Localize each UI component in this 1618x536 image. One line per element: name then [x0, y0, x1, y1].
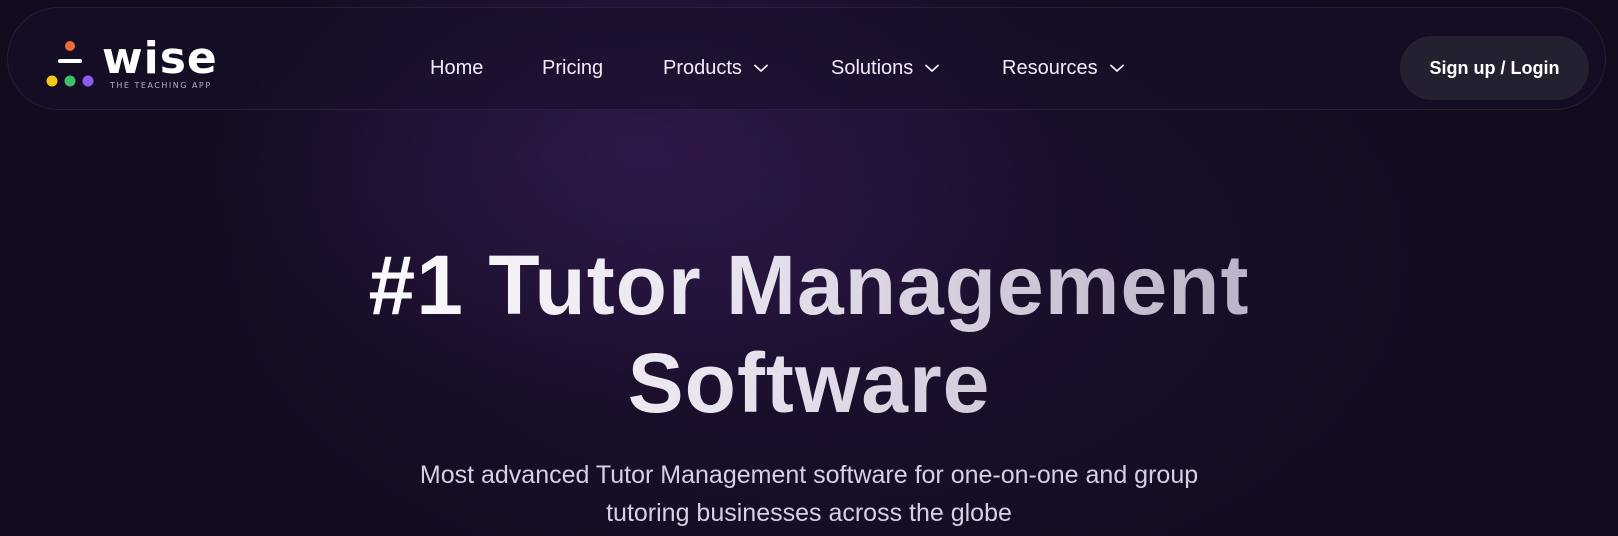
nav-item-products[interactable]: Products — [663, 54, 770, 82]
hero-title: #1 Tutor Management Software — [300, 236, 1318, 432]
nav-item-label: Solutions — [831, 56, 914, 79]
hero-subtitle-line-1: Most advanced Tutor Management software … — [419, 461, 1199, 489]
chevron-down-icon — [1109, 64, 1124, 72]
nav-item-home[interactable]: Home — [430, 54, 483, 82]
nav-item-label: Resources — [1002, 56, 1098, 79]
wise-logo[interactable]: wise THE TEACHING APP — [46, 35, 226, 93]
logo-wordmark: wise — [102, 33, 218, 84]
page: wise THE TEACHING APP Home Pricing Produ… — [0, 0, 1618, 536]
nav-item-pricing[interactable]: Pricing — [542, 54, 603, 82]
nav-item-label: Home — [430, 56, 484, 79]
hero-title-line-1: #1 Tutor Management — [368, 238, 1250, 332]
hero-subtitle-line-2: tutoring businesses across the globe — [606, 499, 1012, 527]
nav-item-solutions[interactable]: Solutions — [831, 54, 941, 82]
chevron-down-icon — [925, 64, 940, 72]
nav-item-resources[interactable]: Resources — [1002, 54, 1126, 82]
top-navbar: wise THE TEACHING APP Home Pricing Produ… — [7, 7, 1606, 110]
hero-title-line-2: Software — [627, 336, 991, 430]
wise-logo-mark-icon — [46, 41, 94, 87]
hero-subtitle: Most advanced Tutor Management software … — [360, 456, 1258, 532]
chevron-down-icon — [754, 64, 768, 72]
nav-item-label: Pricing — [542, 56, 604, 79]
nav-item-label: Products — [663, 56, 742, 79]
logo-tagline: THE TEACHING APP — [110, 81, 212, 90]
signup-login-button[interactable]: Sign up / Login — [1400, 36, 1589, 100]
